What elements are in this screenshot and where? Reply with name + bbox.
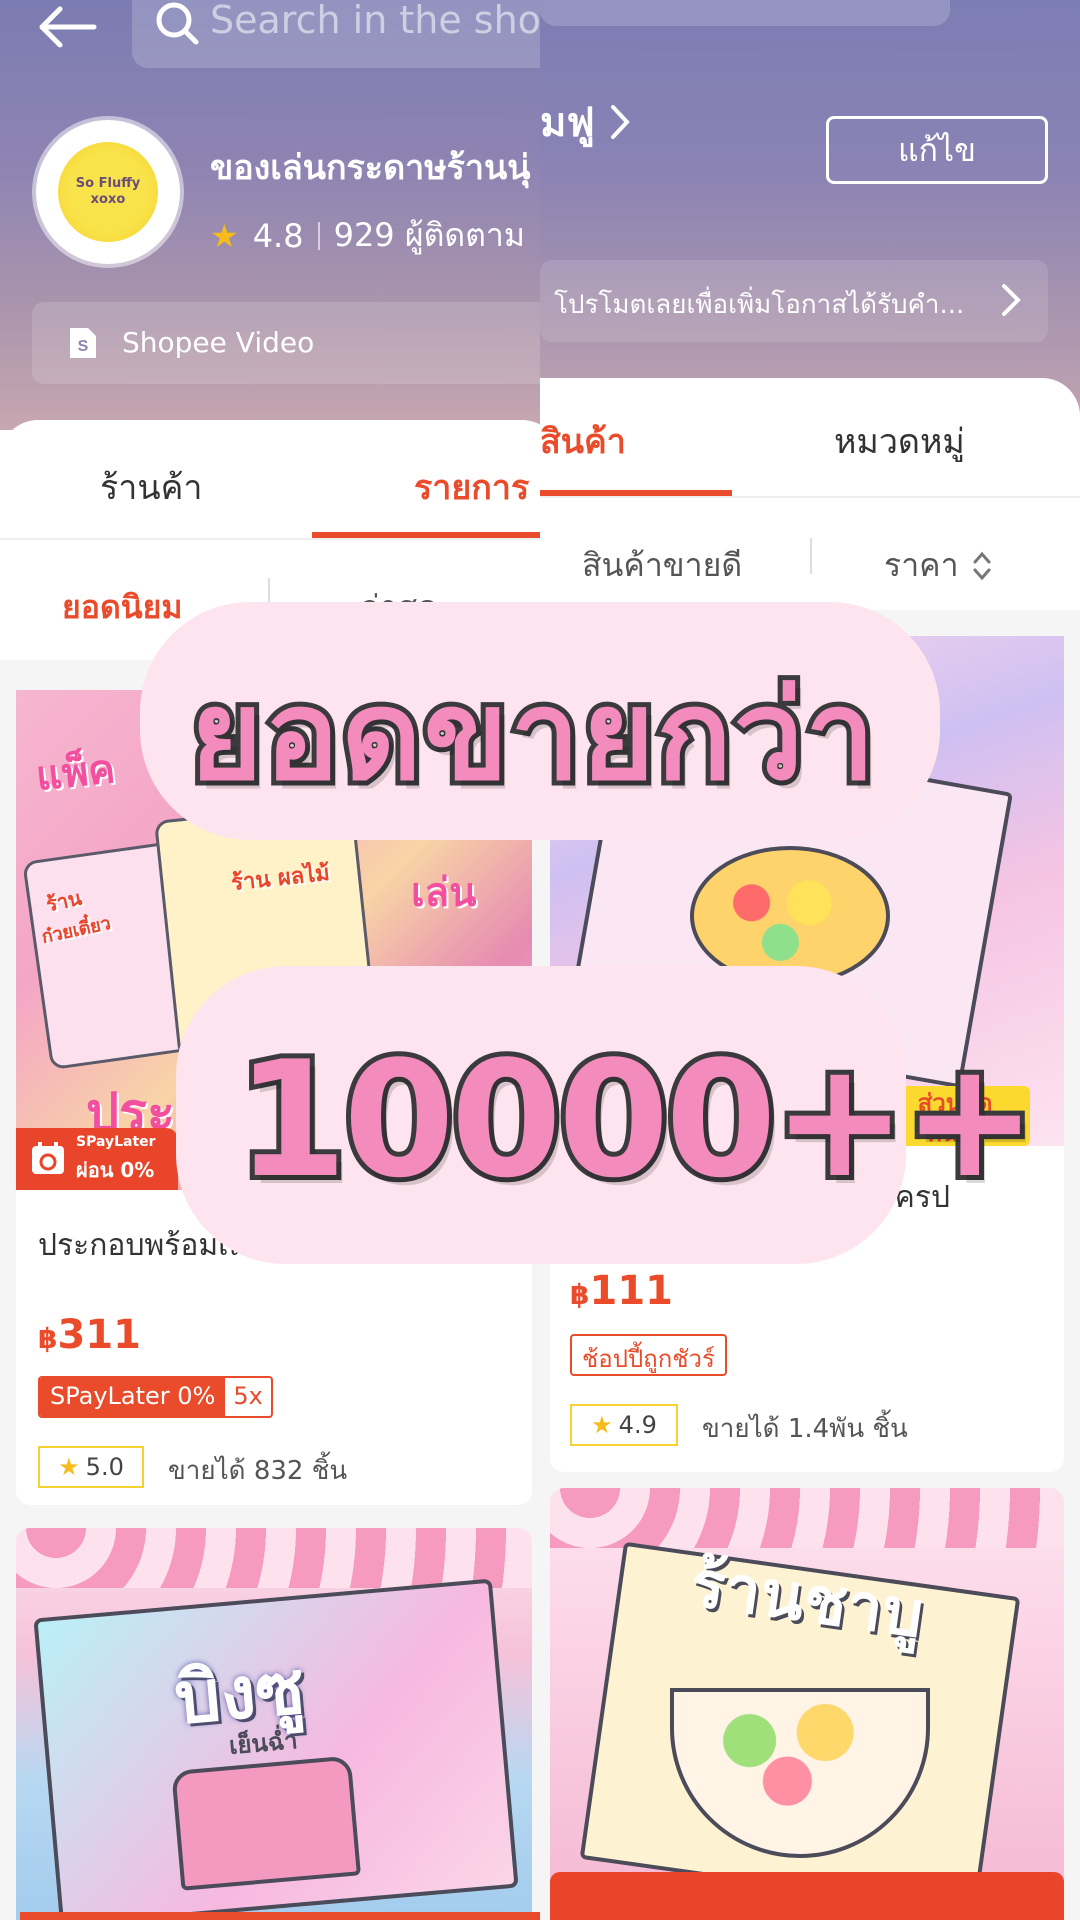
shopee-choice-badge: ช้อปปี้ถูกชัวร์ — [570, 1334, 727, 1376]
edit-button[interactable]: แก้ไข — [826, 116, 1048, 184]
spaylater-tag-top: SPayLater — [76, 1134, 156, 1150]
shop-name: ุ่มฟู — [540, 100, 595, 146]
currency-symbol: ฿ — [38, 1322, 58, 1355]
product-image: บิงซู เย็นฉ่ำ — [33, 1578, 519, 1920]
shop-stats: ★ 4.8 929 ผู้ติดตาม — [210, 210, 525, 261]
image-word: แพ็ค — [33, 745, 118, 800]
image-decoration — [690, 846, 890, 986]
image-decoration — [16, 1528, 532, 1588]
sort-updown-icon — [973, 551, 991, 580]
add-to-cart-bar[interactable] — [550, 1872, 1064, 1920]
shopee-video-icon: S — [70, 328, 96, 358]
image-word: เล่น — [411, 870, 477, 916]
search-box[interactable] — [540, 0, 950, 26]
chevron-right-icon — [610, 105, 630, 139]
product-sold: ขายได้ 832 ชิ้น — [168, 1456, 348, 1486]
spaylater-image-tag: SPayLater ผ่อน 0% — [16, 1128, 178, 1190]
overlay-sales-count: 10000++ — [231, 1021, 1042, 1218]
image-word: เย็นฉ่ำ — [227, 1726, 299, 1760]
divider — [540, 496, 1080, 498]
calendar-icon — [32, 1142, 64, 1174]
star-icon: ★ — [210, 216, 239, 255]
currency-symbol: ฿ — [570, 1278, 590, 1311]
promo-text: โปรโมตเลยเพื่อเพิ่มโอกาสได้รับคำ... — [554, 290, 965, 320]
search-placeholder[interactable]: Search in the shop — [210, 0, 540, 42]
tab-products[interactable]: รายการ — [414, 460, 529, 514]
avatar-logo-text: So Fluffy xoxo — [75, 176, 141, 207]
spaylater-multiplier: 5x — [233, 1382, 263, 1410]
star-icon: ★ — [58, 1453, 80, 1481]
shop-header-bg — [540, 0, 1080, 430]
shopee-video-label: Shopee Video — [122, 326, 315, 359]
add-to-cart-bar[interactable] — [20, 1912, 540, 1920]
shop-followers: 929 ผู้ติดตาม — [333, 216, 525, 254]
image-decoration — [171, 1755, 361, 1891]
product-card[interactable]: ร้านชาบู — [550, 1488, 1064, 1908]
product-rating: 4.9 — [618, 1411, 657, 1439]
back-arrow-icon[interactable] — [32, 2, 102, 52]
tab-products[interactable]: สินค้า — [540, 414, 626, 468]
price-value: 111 — [589, 1268, 673, 1314]
left-shop-panel: Search in the shop So Fluffy xoxo ของเล่… — [0, 0, 540, 1920]
divider — [317, 221, 320, 250]
search-icon — [156, 2, 199, 45]
chevron-right-icon — [1002, 284, 1021, 316]
divider — [0, 538, 540, 540]
product-rating-badge: ★ 5.0 — [38, 1446, 144, 1488]
sort-price-label: ราคา — [884, 546, 959, 584]
overlay-headline: ยอดขายกว่า — [185, 659, 880, 813]
right-shop-panel: ุ่มฟู แก้ไข โปรโมตเลยเพื่อเพิ่มโอกาสได้ร… — [540, 0, 1080, 1920]
tab-shop[interactable]: ร้านค้า — [100, 460, 202, 514]
spaylater-tag-bottom: ผ่อน 0% — [76, 1158, 155, 1182]
divider — [810, 538, 812, 574]
product-card[interactable]: บิงซู เย็นฉ่ำ — [16, 1528, 532, 1920]
svg-text:S: S — [78, 338, 89, 355]
sort-best-selling[interactable]: สินค้าขายดี — [582, 540, 742, 591]
screen: Search in the shop So Fluffy xoxo ของเล่… — [0, 0, 1080, 1920]
product-price: ฿111 — [570, 1268, 673, 1314]
shop-name-link[interactable]: ุ่มฟู — [540, 90, 633, 154]
spaylater-label: SPayLater 0% — [40, 1378, 226, 1416]
product-rating-badge: ★ 4.9 — [570, 1404, 678, 1446]
star-icon: ★ — [591, 1411, 613, 1439]
product-rating: 5.0 — [85, 1453, 124, 1481]
spaylater-badge: SPayLater 0% 5x — [38, 1376, 273, 1418]
product-sold: ขายได้ 1.4พัน ชิ้น — [702, 1414, 908, 1444]
sort-price[interactable]: ราคา — [884, 540, 993, 591]
shop-rating: 4.8 — [252, 216, 304, 255]
sort-popular[interactable]: ยอดนิยม — [62, 582, 182, 633]
price-value: 311 — [57, 1312, 141, 1358]
product-price: ฿311 — [38, 1312, 141, 1358]
image-decoration — [550, 1488, 1064, 1548]
tab-categories[interactable]: หมวดหมู่ — [834, 414, 965, 468]
shop-avatar[interactable]: So Fluffy xoxo — [36, 120, 180, 264]
shop-name: ของเล่นกระดาษร้านนุ่ — [210, 148, 531, 188]
